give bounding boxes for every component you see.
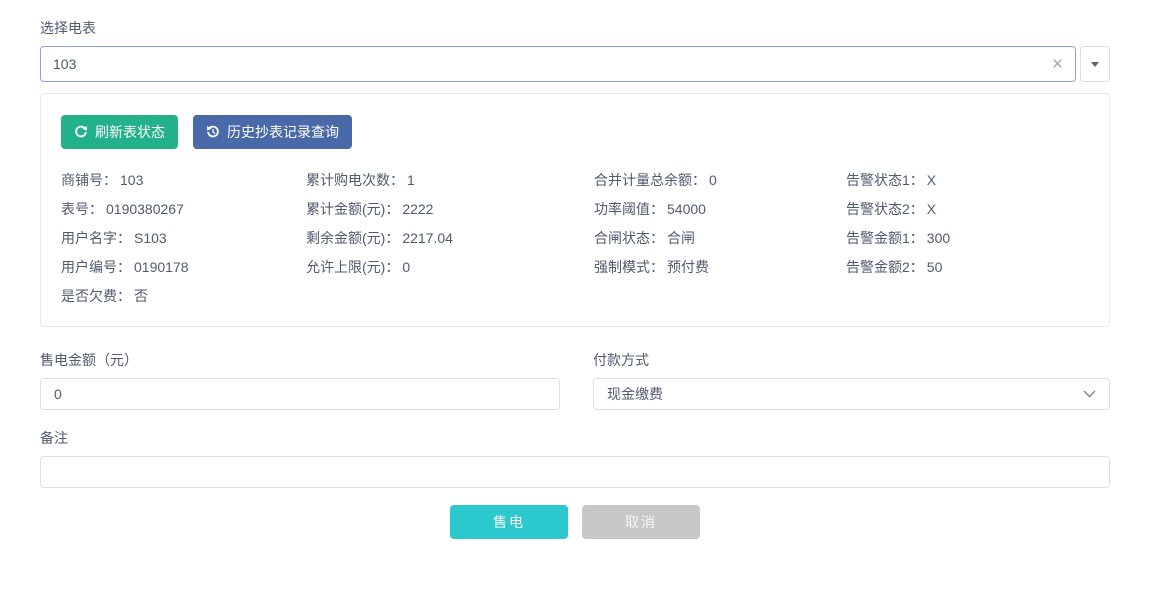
sell-button[interactable]: 售电	[450, 505, 568, 539]
caret-down-icon	[1091, 62, 1099, 67]
info-field-purchase-count: 累计购电次数：1	[306, 171, 594, 189]
footer-actions: 售电 取消	[40, 505, 1110, 539]
info-field-label: 告警状态2：	[846, 201, 924, 217]
info-field-value: 0190380267	[106, 201, 184, 217]
info-field-label: 合闸状态：	[594, 230, 664, 246]
info-field-label: 表号：	[61, 201, 103, 217]
info-field-value: 0	[709, 172, 717, 188]
info-field-value: 54000	[667, 201, 706, 217]
info-field-label: 功率阈值：	[594, 201, 664, 217]
info-field-label: 用户名字：	[61, 230, 131, 246]
meter-select-value: 103	[53, 56, 76, 72]
info-field-label: 告警金额1：	[846, 230, 924, 246]
sell-electricity-form: 选择电表 103 × 刷新表状态	[40, 18, 1110, 539]
info-field-label: 用户编号：	[61, 259, 131, 275]
info-field-alarm-status-1: 告警状态1：X	[846, 171, 1089, 189]
info-field-combined-balance: 合并计量总余额：0	[594, 171, 846, 189]
info-field-arrears: 是否欠费：否	[61, 287, 306, 305]
info-field-value: 预付费	[667, 259, 709, 275]
chevron-down-icon	[1083, 390, 1096, 398]
info-field-value: 合闸	[667, 230, 695, 246]
info-field-label: 商铺号：	[61, 172, 117, 188]
info-field-power-threshold: 功率阈值：54000	[594, 200, 846, 218]
info-field-value: 2217.04	[402, 230, 453, 246]
info-field-force-mode: 强制模式：预付费	[594, 258, 846, 276]
info-field-value: 1	[407, 172, 415, 188]
payment-method-value: 现金缴费	[607, 384, 663, 404]
remark-group: 备注	[40, 428, 1110, 488]
info-field-label: 强制模式：	[594, 259, 664, 275]
payment-method-select[interactable]: 现金缴费	[593, 378, 1110, 410]
info-field-alarm-amount-2: 告警金额2：50	[846, 258, 1089, 276]
info-field-allowed-limit: 允许上限(元)：0	[306, 258, 594, 276]
info-column-4: 告警状态1：X 告警状态2：X 告警金额1：300 告警金额2：50	[846, 171, 1089, 316]
meter-select-row: 103 ×	[40, 46, 1110, 82]
history-button-label: 历史抄表记录查询	[227, 122, 339, 142]
payment-method-label: 付款方式	[593, 350, 1110, 370]
remark-input[interactable]	[40, 456, 1110, 488]
info-field-value: X	[927, 201, 936, 217]
history-icon	[206, 125, 220, 139]
payment-form-row: 售电金额（元） 付款方式 现金缴费	[40, 350, 1110, 410]
meter-select-dropdown-button[interactable]	[1080, 46, 1110, 82]
info-field-value: S103	[134, 230, 167, 246]
info-field-value: 0	[402, 259, 410, 275]
info-field-value: X	[927, 172, 936, 188]
amount-group: 售电金额（元）	[40, 350, 560, 410]
info-field-user-name: 用户名字：S103	[61, 229, 306, 247]
info-field-value: 2222	[402, 201, 433, 217]
info-field-alarm-status-2: 告警状态2：X	[846, 200, 1089, 218]
info-field-meter-number: 表号：0190380267	[61, 200, 306, 218]
info-field-value: 103	[120, 172, 143, 188]
info-field-user-id: 用户编号：0190178	[61, 258, 306, 276]
info-field-remaining-amount: 剩余金额(元)：2217.04	[306, 229, 594, 247]
info-column-1: 商铺号：103 表号：0190380267 用户名字：S103 用户编号：019…	[61, 171, 306, 316]
amount-label: 售电金额（元）	[40, 350, 560, 370]
history-records-button[interactable]: 历史抄表记录查询	[193, 115, 352, 149]
info-field-label: 是否欠费：	[61, 288, 131, 304]
info-field-label: 合并计量总余额：	[594, 172, 706, 188]
info-field-label: 告警金额2：	[846, 259, 924, 275]
meter-info-panel: 刷新表状态 历史抄表记录查询 商铺号：103 表号： 0	[40, 93, 1110, 327]
info-field-label: 累计购电次数：	[306, 172, 404, 188]
payment-group: 付款方式 现金缴费	[593, 350, 1110, 410]
refresh-meter-status-button[interactable]: 刷新表状态	[61, 115, 178, 149]
remark-label: 备注	[40, 428, 1110, 448]
info-field-value: 0190178	[134, 259, 189, 275]
info-field-label: 允许上限(元)：	[306, 259, 399, 275]
clear-icon[interactable]: ×	[1052, 55, 1063, 74]
info-field-label: 累计金额(元)：	[306, 201, 399, 217]
info-field-label: 告警状态1：	[846, 172, 924, 188]
info-field-alarm-amount-1: 告警金额1：300	[846, 229, 1089, 247]
meter-info-grid: 商铺号：103 表号：0190380267 用户名字：S103 用户编号：019…	[61, 171, 1089, 316]
panel-button-row: 刷新表状态 历史抄表记录查询	[61, 115, 1089, 149]
info-field-switch-status: 合闸状态：合闸	[594, 229, 846, 247]
amount-input[interactable]	[40, 378, 560, 410]
info-field-value: 50	[927, 259, 943, 275]
meter-select-input[interactable]: 103 ×	[40, 46, 1076, 82]
refresh-icon	[74, 125, 88, 139]
info-field-value: 300	[927, 230, 950, 246]
info-column-2: 累计购电次数：1 累计金额(元)：2222 剩余金额(元)：2217.04 允许…	[306, 171, 594, 316]
info-field-total-amount: 累计金额(元)：2222	[306, 200, 594, 218]
meter-select-label: 选择电表	[40, 18, 1110, 38]
refresh-button-label: 刷新表状态	[95, 122, 165, 142]
info-field-shop-number: 商铺号：103	[61, 171, 306, 189]
info-column-3: 合并计量总余额：0 功率阈值：54000 合闸状态：合闸 强制模式：预付费	[594, 171, 846, 316]
cancel-button[interactable]: 取消	[582, 505, 700, 539]
info-field-value: 否	[134, 288, 148, 304]
info-field-label: 剩余金额(元)：	[306, 230, 399, 246]
